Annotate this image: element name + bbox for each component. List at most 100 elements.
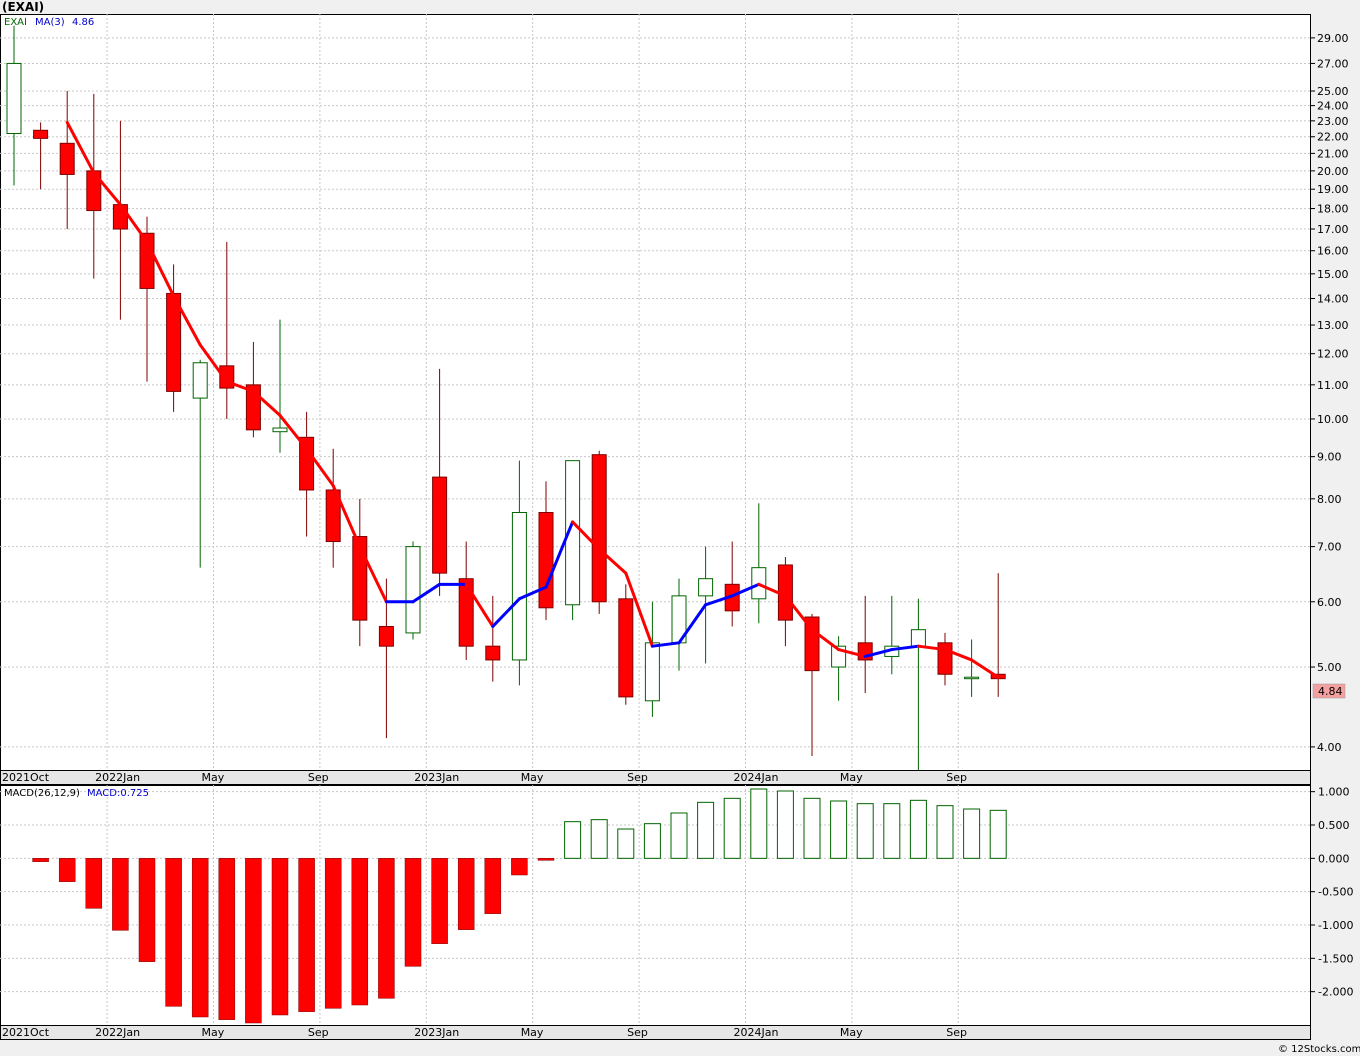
price-y-tick-label: 4.00: [1317, 741, 1342, 754]
candle-body: [698, 578, 714, 597]
price-x-tick-label: 2022Jan: [95, 771, 140, 784]
price-y-tick-label: 27.00: [1317, 57, 1349, 70]
chart-title: (EXAI): [2, 0, 44, 14]
stock-chart: (EXAI) 29.00 27.00 25.00 24.00 23.00 22.00 21.…: [0, 0, 1360, 1055]
macd-bar: [856, 803, 874, 859]
macd-bar: [191, 858, 209, 1018]
macd-y-tick-label: -2.000: [1318, 986, 1353, 999]
price-x-tick-label: Sep: [308, 771, 329, 784]
price-x-tick-label: 2021Oct: [2, 771, 50, 784]
price-y-tick-label: 22.00: [1317, 131, 1349, 144]
macd-bar: [909, 799, 927, 859]
price-x-tick-label: Sep: [946, 771, 967, 784]
macd-bar: [271, 858, 289, 1016]
macd-bar: [670, 812, 688, 859]
macd-bar: [298, 858, 315, 1012]
price-y-tick-label: 21.00: [1317, 147, 1349, 160]
macd-bar: [112, 858, 129, 931]
macd-y-tick-label: -1.500: [1318, 952, 1353, 965]
macd-y-tick-label: 0.000: [1318, 852, 1350, 865]
candle-body: [192, 362, 208, 399]
price-x-axis-band: [0, 770, 1311, 785]
candle-body: [458, 578, 474, 647]
macd-x-axis-band: [0, 1025, 1311, 1040]
macd-x-tick-label: 2023Jan: [414, 1026, 459, 1039]
macd-bar: [404, 858, 422, 967]
price-y-tick-label: 18.00: [1317, 203, 1349, 216]
price-y-tick-label: 20.00: [1317, 165, 1349, 178]
candle-body: [166, 292, 182, 392]
macd-bar: [697, 801, 715, 859]
price-y-tick-label: 17.00: [1317, 223, 1349, 236]
macd-bar: [85, 858, 103, 909]
price-x-tick-label: Sep: [627, 771, 648, 784]
macd-x-tick-label: 2022Jan: [95, 1026, 140, 1039]
candle-body: [538, 511, 554, 609]
candle-body: [59, 142, 75, 175]
legend-ma-label: MA(3): [35, 17, 65, 28]
legend-ma-value: 4.86: [72, 17, 94, 28]
candle-body: [405, 546, 421, 634]
price-y-tick-label: 19.00: [1317, 183, 1349, 196]
price-y-tick-label: 5.00: [1317, 661, 1342, 674]
price-y-tick-label: 15.00: [1317, 268, 1349, 281]
candle-body: [272, 427, 288, 433]
candle-body: [511, 511, 527, 661]
price-y-tick-label: 16.00: [1317, 245, 1349, 258]
price-y-tick-label: 12.00: [1317, 348, 1349, 361]
price-y-tick-label: 14.00: [1317, 293, 1349, 306]
candle-body: [112, 204, 128, 230]
macd-bar: [723, 797, 741, 859]
macd-y-tick-label: -1.000: [1318, 919, 1353, 932]
macd-bar: [484, 858, 502, 914]
macd-x-tick-label: 2021Oct: [2, 1026, 50, 1039]
candle-body: [964, 676, 980, 680]
macd-bar: [457, 858, 475, 930]
macd-bar: [378, 858, 395, 999]
price-y-tick-label: 25.00: [1317, 85, 1349, 98]
price-x-tick-label: May: [840, 771, 863, 784]
price-y-tick-label: 13.00: [1317, 319, 1349, 332]
macd-x-tick-label: May: [202, 1026, 225, 1039]
candle-body: [299, 436, 315, 491]
legend-macd-label: MACD(26,12,9): [4, 788, 80, 799]
macd-x-tick-label: Sep: [308, 1026, 329, 1039]
candle-body: [6, 62, 22, 135]
price-x-tick-label: May: [202, 771, 225, 784]
candle-body: [378, 625, 394, 647]
macd-bar: [963, 808, 981, 859]
macd-bar: [537, 858, 555, 861]
macd-bar: [617, 828, 635, 859]
price-x-tick-label: 2023Jan: [414, 771, 459, 784]
macd-bar: [431, 858, 448, 944]
macd-bar: [218, 858, 236, 1020]
candle-body: [910, 629, 926, 647]
price-y-tick-label: 10.00: [1317, 413, 1349, 426]
macd-bar: [803, 797, 821, 859]
price-y-tick-label: 6.00: [1317, 596, 1342, 609]
macd-y-axis: 1.000 0.500 0.000 -0.500 -1.000 -1.500 -2.000: [1310, 786, 1353, 999]
price-y-tick-label: 23.00: [1317, 115, 1349, 128]
macd-x-tick-label: 2024Jan: [734, 1026, 779, 1039]
macd-bar: [643, 823, 661, 859]
macd-bar: [830, 800, 848, 859]
macd-bar: [883, 803, 901, 859]
macd-bar: [590, 819, 608, 859]
macd-x-tick-label: May: [521, 1026, 544, 1039]
macd-bar: [511, 858, 528, 876]
candle-body: [591, 454, 607, 603]
macd-y-tick-label: -0.500: [1318, 886, 1353, 899]
legend-symbol: EXAI: [4, 17, 27, 28]
macd-bar: [32, 858, 49, 862]
candle-body: [33, 129, 49, 139]
macd-bar: [989, 809, 1007, 859]
candle-body: [485, 645, 501, 661]
macd-bar: [58, 858, 76, 882]
macd-bar: [936, 805, 954, 859]
price-y-tick-label: 11.00: [1317, 379, 1349, 392]
macd-bar: [138, 858, 156, 962]
macd-bar: [165, 858, 182, 1007]
price-y-tick-label: 7.00: [1317, 541, 1342, 554]
candle-body: [432, 476, 448, 574]
price-y-tick-label: 8.00: [1317, 493, 1342, 506]
